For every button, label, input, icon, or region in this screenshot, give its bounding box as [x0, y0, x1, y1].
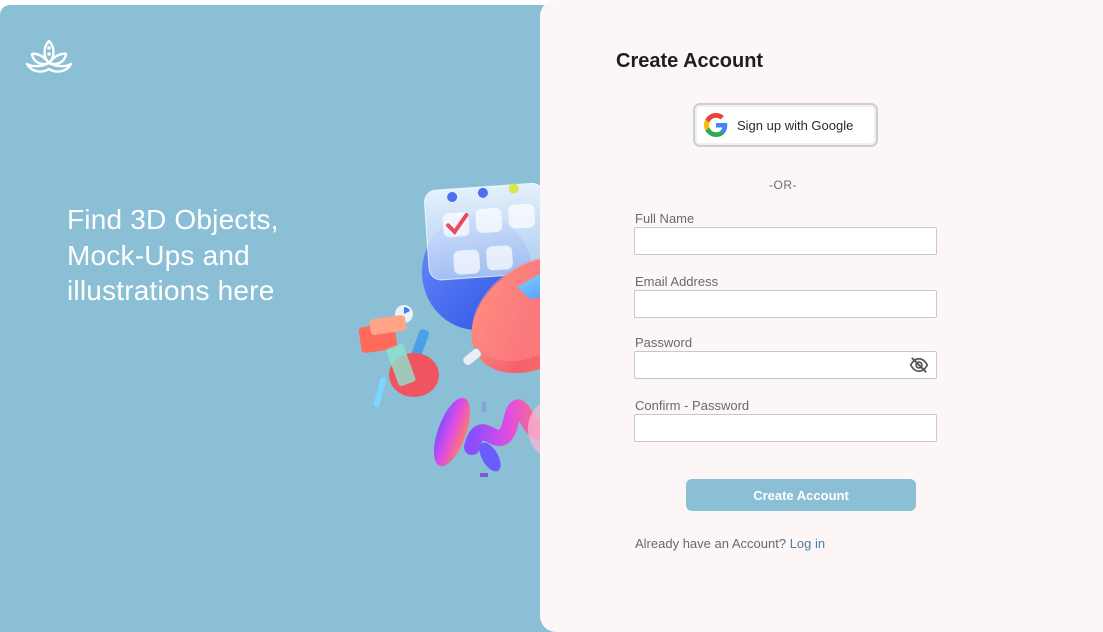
full-name-input[interactable] [635, 228, 936, 254]
login-link[interactable]: Log in [790, 536, 825, 551]
confirm-password-input[interactable] [635, 415, 936, 441]
google-signup-label: Sign up with Google [737, 117, 854, 133]
full-name-field[interactable] [634, 227, 937, 255]
email-field[interactable] [634, 290, 937, 318]
create-account-button[interactable]: Create Account [686, 479, 916, 511]
email-input[interactable] [635, 291, 936, 317]
or-separator: -OR- [769, 178, 797, 192]
login-prompt: Already have an Account? Log in [635, 536, 825, 551]
google-g-icon [704, 113, 728, 137]
form-title: Create Account [616, 50, 764, 72]
tagline-line: Mock-Ups and [67, 239, 250, 271]
hero-panel: Find 3D Objects, Mock-Ups and illustrati… [0, 5, 603, 632]
google-signup-button[interactable]: Sign up with Google [693, 103, 878, 147]
password-label: Password [635, 335, 693, 350]
confirm-password-label: Confirm - Password [635, 398, 750, 413]
confirm-password-field[interactable] [634, 414, 937, 442]
eye-slash-icon[interactable] [909, 357, 929, 373]
email-label: Email Address [635, 274, 719, 289]
signup-panel: Create Account Sign up with Google -OR- … [540, 0, 1103, 632]
password-input[interactable] [635, 352, 936, 378]
tagline-line: Find 3D Objects, [67, 204, 279, 235]
login-prompt-text: Already have an Account? [635, 536, 787, 551]
tagline-line: illustrations here [67, 275, 275, 306]
hero-tagline: Find 3D Objects, Mock-Ups and illustrati… [67, 202, 357, 309]
full-name-label: Full Name [635, 211, 695, 226]
lotus-icon [25, 39, 73, 73]
password-field[interactable] [634, 351, 937, 379]
